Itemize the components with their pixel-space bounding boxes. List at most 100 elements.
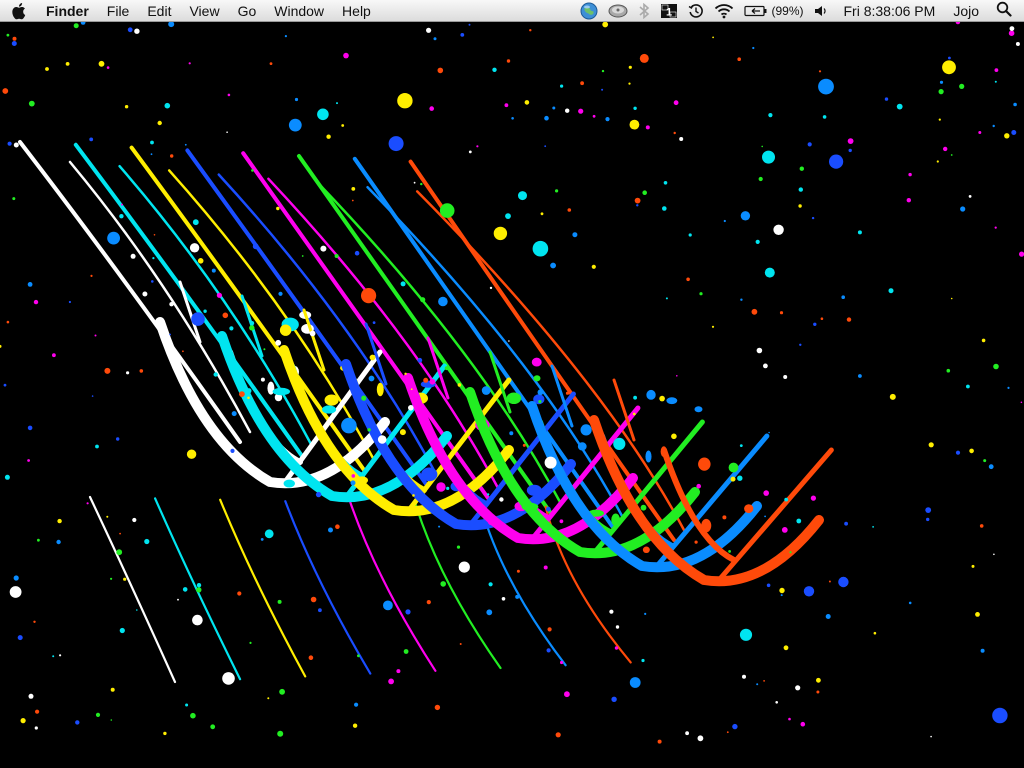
spotlight-button[interactable] — [988, 1, 1020, 20]
paint-dot — [433, 37, 437, 41]
paint-dot — [288, 118, 302, 132]
bluetooth-menu-extra[interactable] — [633, 0, 655, 22]
menu-app-name[interactable]: Finder — [40, 0, 98, 22]
paint-dot — [152, 257, 155, 260]
paint-dot — [763, 363, 768, 369]
paint-dot — [673, 131, 676, 135]
paint-dot — [642, 190, 647, 195]
paint-dot — [107, 231, 120, 245]
paint-dot — [560, 660, 564, 665]
paint-dot — [936, 160, 939, 163]
paint-dot — [420, 182, 423, 186]
paint-dot — [136, 609, 138, 611]
paint-dot — [139, 369, 144, 373]
paint-dot — [279, 688, 285, 695]
paint-dot — [742, 674, 746, 679]
paint-dot — [423, 377, 429, 383]
paint-dot — [613, 437, 626, 450]
paint-dot — [633, 106, 637, 111]
paint-dot — [164, 102, 171, 109]
menu-help[interactable]: Help — [333, 0, 380, 22]
paint-dot — [641, 658, 645, 663]
paint-dot — [186, 449, 197, 459]
paint-dot — [350, 480, 356, 486]
battery-menu-extra[interactable]: (99%) — [739, 0, 808, 22]
paint-dot — [978, 131, 982, 134]
paint-dot — [277, 730, 284, 737]
paint-dot — [308, 655, 314, 660]
paint-dot — [6, 33, 10, 37]
paint-dot — [848, 148, 852, 153]
paint-dot — [662, 206, 667, 211]
paint-dot — [185, 703, 189, 707]
menu-go[interactable]: Go — [229, 0, 266, 22]
paint-dot — [872, 526, 874, 528]
volume-menu-extra[interactable] — [808, 0, 834, 22]
paint-dot — [33, 299, 39, 305]
paint-dot — [828, 580, 831, 583]
paint-dot — [555, 732, 561, 738]
menu-file[interactable]: File — [98, 0, 139, 22]
paint-dot — [438, 525, 441, 528]
paint-dot — [211, 268, 216, 273]
paint-dot — [59, 654, 62, 657]
paint-dot — [779, 311, 784, 315]
paint-dot — [130, 253, 136, 259]
paint-dot — [1011, 130, 1017, 135]
paint-dot — [538, 400, 542, 404]
spaces-menu-extra[interactable]: 1 — [655, 0, 683, 22]
paint-dot — [775, 701, 778, 704]
paint-dot — [13, 142, 19, 148]
paint-dot — [9, 586, 22, 598]
paint-dot — [764, 267, 775, 278]
paint-dot — [580, 424, 592, 436]
time-machine-icon — [689, 3, 704, 18]
paint-dot — [249, 325, 255, 331]
paint-dot — [399, 429, 406, 436]
menu-view[interactable]: View — [180, 0, 228, 22]
menu-edit[interactable]: Edit — [138, 0, 180, 22]
menu-window[interactable]: Window — [265, 0, 333, 22]
time-machine-disk-menu-extra[interactable] — [603, 0, 633, 22]
paint-dot — [634, 197, 641, 204]
paint-dot — [723, 219, 726, 223]
paint-dot — [486, 609, 493, 616]
paint-dot — [413, 181, 416, 184]
wifi-menu-extra[interactable] — [709, 0, 739, 22]
paint-dot — [540, 212, 544, 216]
paint-dot — [170, 154, 174, 158]
bluetooth-icon — [639, 2, 650, 19]
paint-dot — [751, 308, 758, 315]
menu-clock[interactable]: Fri 8:38:06 PM — [834, 3, 944, 19]
paint-dot — [127, 27, 133, 33]
desktop[interactable] — [0, 22, 1024, 768]
paint-dot — [629, 677, 641, 688]
paint-dot — [12, 36, 17, 41]
time-machine-menu-extra[interactable] — [683, 0, 709, 22]
paint-dot — [601, 88, 604, 91]
paint-dot — [13, 575, 19, 581]
paint-dot — [728, 462, 739, 473]
paint-dot — [1004, 133, 1010, 139]
paint-dot — [591, 264, 596, 269]
paint-dot — [572, 232, 578, 238]
paint-dot — [739, 628, 753, 641]
paint-dot — [925, 507, 932, 513]
paint-dot — [27, 459, 30, 462]
paint-dot — [284, 35, 287, 38]
paint-dot — [679, 137, 684, 141]
paint-dot — [522, 443, 526, 447]
paint-dot — [468, 150, 472, 154]
globe-menu-extra[interactable] — [575, 0, 603, 22]
paint-dot — [994, 226, 997, 229]
paint-dot — [203, 309, 207, 313]
paint-dot — [948, 56, 951, 60]
paint-dot — [938, 118, 941, 121]
paint-dot — [671, 433, 677, 440]
paint-blob — [506, 392, 522, 405]
paint-dot — [499, 497, 504, 502]
fast-user-switch[interactable]: Jojo — [944, 3, 988, 19]
paint-dot — [279, 324, 292, 336]
apple-menu[interactable] — [0, 0, 40, 22]
paint-dot — [546, 506, 551, 512]
